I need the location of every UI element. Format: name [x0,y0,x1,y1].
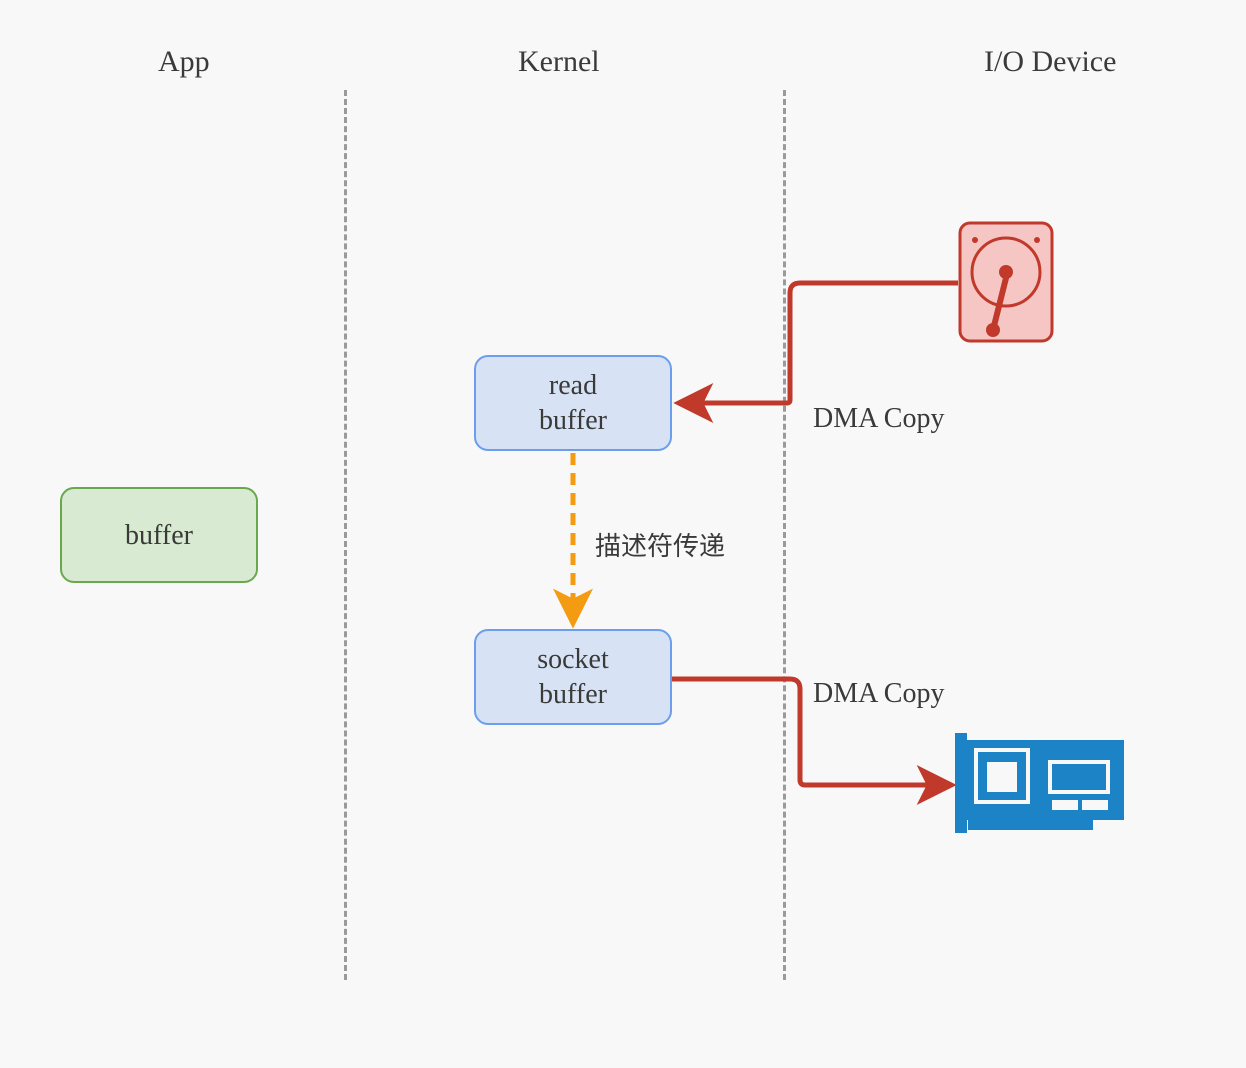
column-kernel-header: Kernel [518,45,600,79]
buffer-box: buffer [60,487,258,583]
dma-copy-top-label: DMA Copy [813,403,944,435]
read-buffer-box: read buffer [474,355,672,451]
nic-icon [955,733,1124,833]
dma-copy-bottom-label: DMA Copy [813,678,944,710]
descriptor-pass-label: 描述符传递 [595,526,725,563]
disk-icon [960,223,1052,341]
column-app-header: App [158,45,210,79]
socket-buffer-box: socket buffer [474,629,672,725]
arrow-disk-to-readbuffer [680,283,958,403]
divider-kernel-io [783,90,786,980]
column-io-header: I/O Device [984,45,1116,79]
divider-app-kernel [344,90,347,980]
